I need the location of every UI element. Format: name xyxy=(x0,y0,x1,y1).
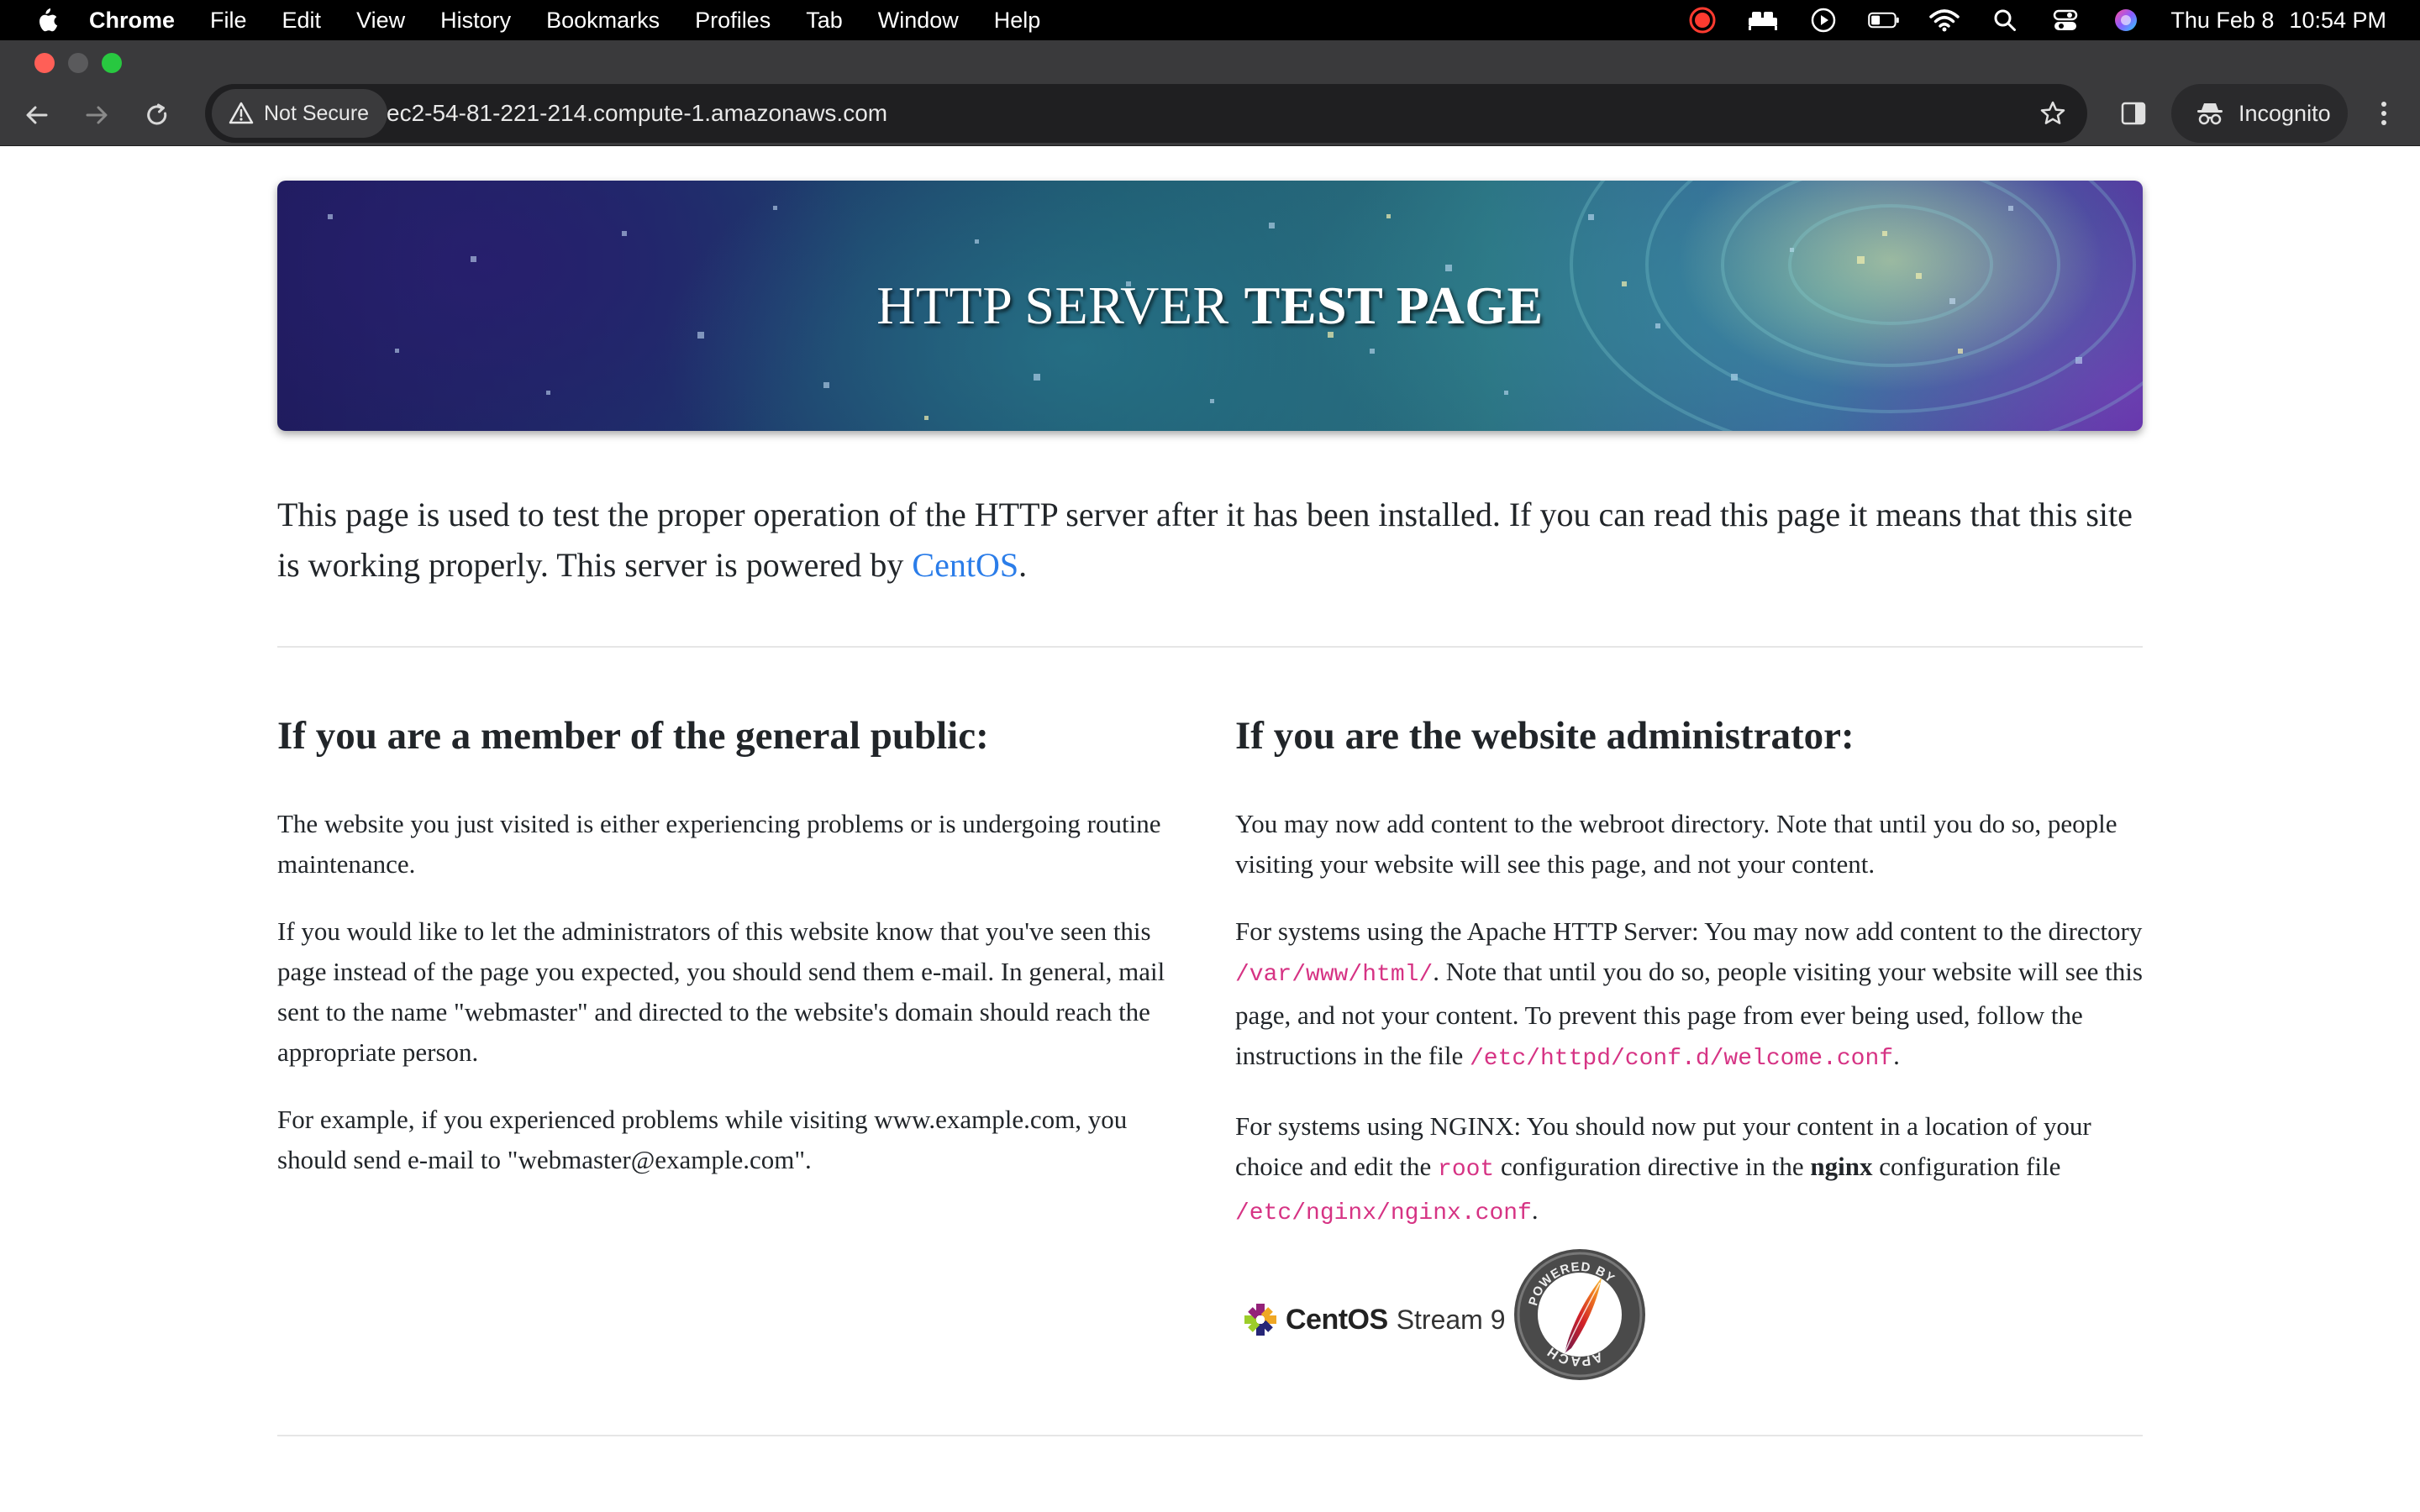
security-chip[interactable]: Not Secure xyxy=(212,89,388,138)
public-paragraph-1: The website you just visited is either e… xyxy=(277,809,1161,879)
welcome-conf-path: /etc/httpd/conf.d/welcome.conf xyxy=(1469,1046,1894,1072)
security-label: Not Secure xyxy=(264,101,370,125)
apple-logo-icon[interactable] xyxy=(34,6,59,34)
control-center-icon[interactable] xyxy=(2049,8,2081,33)
status-area: Thu Feb 8 10:54 PM xyxy=(1686,0,2386,40)
side-panel-button[interactable] xyxy=(2109,89,2158,138)
close-window-button[interactable] xyxy=(34,53,55,73)
side-panel-icon xyxy=(2121,102,2146,125)
webroot-path: /var/www/html/ xyxy=(1235,962,1434,988)
wifi-icon[interactable] xyxy=(1928,8,1960,33)
battery-icon[interactable] xyxy=(1868,8,1900,33)
divider-bottom xyxy=(277,1435,2143,1436)
page-title: HTTP SERVER TEST PAGE xyxy=(277,181,2143,431)
menu-bar: Chrome File Edit View History Bookmarks … xyxy=(0,0,2420,40)
divider-top xyxy=(277,646,2143,648)
clock-date: Thu Feb 8 xyxy=(2170,7,2275,33)
intro-paragraph: This page is used to test the proper ope… xyxy=(277,490,2143,591)
window-title-bar xyxy=(0,40,2420,84)
clock-time: 10:54 PM xyxy=(2289,7,2386,33)
menu-tab[interactable]: Tab xyxy=(806,8,843,34)
admin-p2-text-c: . xyxy=(1893,1041,1900,1070)
menu-view[interactable]: View xyxy=(356,8,405,34)
menu-bookmarks[interactable]: Bookmarks xyxy=(546,8,660,34)
centos-wordmark: CentOS xyxy=(1286,1303,1388,1336)
menu-profiles[interactable]: Profiles xyxy=(695,8,771,34)
admin-p3-text-b: configuration directive in the xyxy=(1494,1152,1811,1181)
menu-app-chrome[interactable]: Chrome xyxy=(89,8,175,34)
admin-p3-text-d: . xyxy=(1531,1195,1539,1225)
page-title-bold: TEST PAGE xyxy=(1244,276,1544,335)
header-banner: HTTP SERVER TEST PAGE xyxy=(277,181,2143,431)
nginx-bold: nginx xyxy=(1810,1152,1873,1181)
public-paragraph-3: For example, if you experienced problems… xyxy=(277,1105,1128,1174)
menu-edit[interactable]: Edit xyxy=(282,8,322,34)
bed-icon[interactable] xyxy=(1747,8,1779,33)
url-text[interactable]: ec2-54-81-221-214.compute-1.amazonaws.co… xyxy=(387,89,887,138)
arrow-right-icon xyxy=(86,106,108,124)
more-vertical-icon xyxy=(2381,102,2386,125)
intro-end: . xyxy=(1018,546,1028,584)
menu-clock[interactable]: Thu Feb 8 10:54 PM xyxy=(2170,8,2386,34)
admin-paragraph-2: For systems using the Apache HTTP Server… xyxy=(1235,911,2143,1079)
forward-button[interactable] xyxy=(72,91,121,139)
arrow-left-icon xyxy=(26,106,48,124)
root-directive: root xyxy=(1438,1157,1495,1183)
nginx-conf-path: /etc/nginx/nginx.conf xyxy=(1235,1200,1532,1226)
record-icon[interactable] xyxy=(1686,7,1718,34)
public-section: If you are a member of the general publi… xyxy=(277,710,1193,1207)
admin-section: If you are the website administrator: Yo… xyxy=(1235,710,2143,1261)
admin-p2-text-a: For systems using the Apache HTTP Server… xyxy=(1235,916,2143,946)
siri-icon[interactable] xyxy=(2110,8,2142,33)
admin-p3-text-c: configuration file xyxy=(1872,1152,2061,1181)
centos-link[interactable]: CentOS xyxy=(912,546,1018,584)
warning-icon xyxy=(229,102,254,124)
back-button[interactable] xyxy=(13,91,61,139)
public-paragraph-2: If you would like to let the administrat… xyxy=(277,916,1165,1067)
menu-window[interactable]: Window xyxy=(878,8,959,34)
menu-help[interactable]: Help xyxy=(994,8,1041,34)
reload-icon xyxy=(147,103,167,125)
incognito-profile-button[interactable]: Incognito xyxy=(2171,84,2348,143)
search-icon[interactable] xyxy=(1989,8,2021,33)
public-heading: If you are a member of the general publi… xyxy=(277,714,989,758)
powered-by-apache-badge[interactable]: POWERED BY APACHE xyxy=(1511,1246,1649,1383)
bookmark-star-button[interactable] xyxy=(2028,89,2077,138)
web-page: HTTP SERVER TEST PAGE This page is used … xyxy=(0,147,2420,1512)
menu-file[interactable]: File xyxy=(210,8,247,34)
admin-paragraph-3: For systems using NGINX: You should now … xyxy=(1235,1106,2143,1234)
centos-stream-logo[interactable]: CentOS Stream 9 xyxy=(1242,1298,1506,1341)
reload-button[interactable] xyxy=(133,91,182,139)
play-icon[interactable] xyxy=(1807,8,1839,33)
star-icon xyxy=(2040,101,2065,124)
incognito-label: Incognito xyxy=(2238,100,2331,126)
menu-history[interactable]: History xyxy=(440,8,511,34)
zoom-window-button[interactable] xyxy=(102,53,122,73)
admin-paragraph-1: You may now add content to the webroot d… xyxy=(1235,809,2118,879)
admin-heading: If you are the website administrator: xyxy=(1235,714,1854,758)
minimize-window-button[interactable] xyxy=(68,53,88,73)
browser-menu-button[interactable] xyxy=(2360,89,2408,138)
centos-mark-icon xyxy=(1244,1304,1276,1336)
logo-row: CentOS Stream 9 POWERED BY APACHE xyxy=(1235,1246,1655,1397)
centos-stream-label: Stream 9 xyxy=(1396,1304,1506,1335)
incognito-icon xyxy=(2197,103,2223,125)
intro-text: This page is used to test the proper ope… xyxy=(277,496,2133,584)
page-title-regular: HTTP SERVER xyxy=(876,276,1229,335)
